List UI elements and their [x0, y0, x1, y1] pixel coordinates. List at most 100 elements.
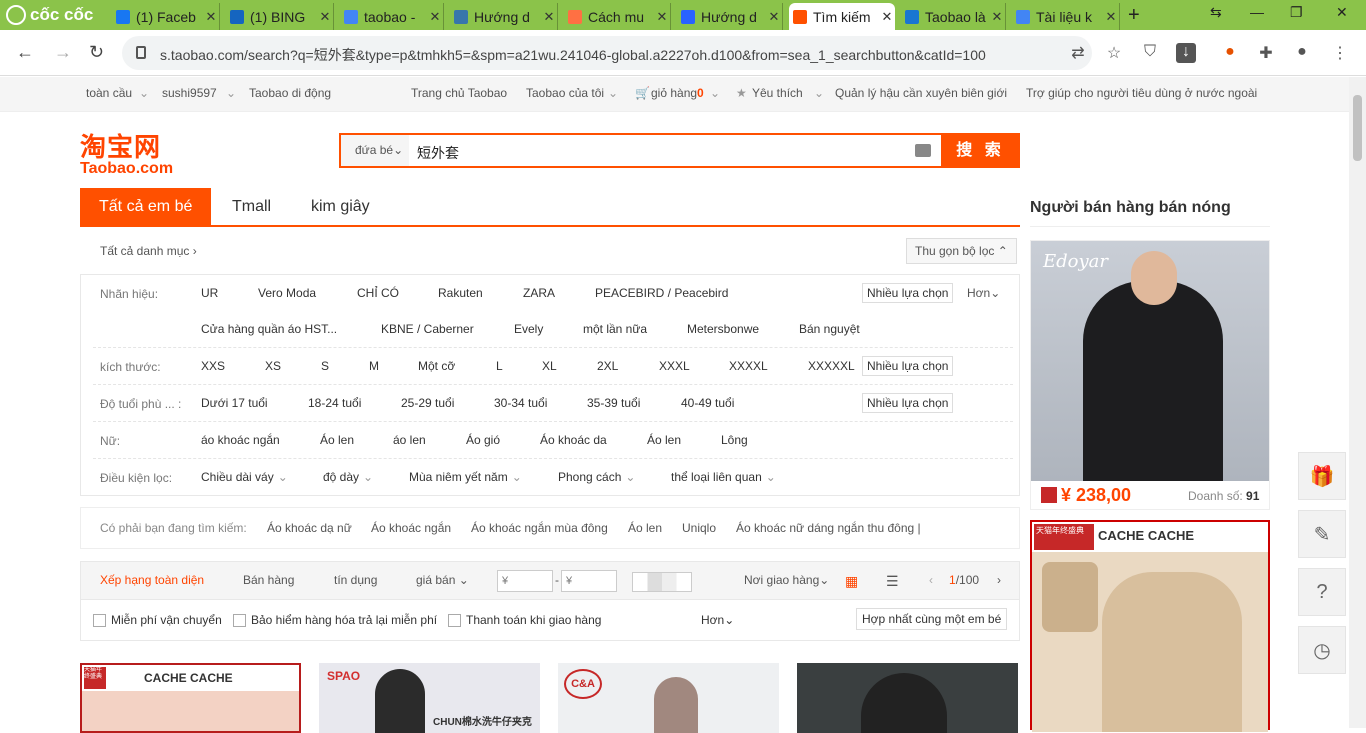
url-bar[interactable]: s.taobao.com/search?q=短外套&type=p&tmhkh5=…	[122, 36, 1092, 70]
username-link[interactable]: sushi9597	[162, 86, 217, 100]
age-option[interactable]: 35-39 tuổi	[587, 396, 640, 410]
brand-option[interactable]: CHỈ CÓ	[357, 286, 399, 300]
close-tab-icon[interactable]: ✕	[879, 9, 895, 25]
condition-dropdown[interactable]: Mùa niêm yết năm ⌄	[409, 470, 522, 484]
return-insurance-checkbox[interactable]: Bảo hiểm hàng hóa trả lại miễn phí	[233, 613, 437, 627]
forward-button[interactable]: →	[54, 42, 72, 63]
prev-page-icon[interactable]: ‹	[929, 573, 933, 587]
tab-all-items[interactable]: Tất cả em bé	[80, 188, 212, 225]
style-option[interactable]: áo len	[393, 433, 426, 447]
hot-item[interactable]: 天猫年终盛典 CACHE CACHE	[1030, 520, 1270, 732]
more-brands-button[interactable]: Hơn⌄	[967, 286, 1000, 300]
url-text[interactable]: s.taobao.com/search?q=短外套&type=p&tmhkh5=…	[160, 45, 986, 65]
size-option[interactable]: XXS	[201, 359, 225, 373]
size-option[interactable]: XS	[265, 359, 281, 373]
close-tab-icon[interactable]: ✕	[766, 9, 782, 25]
scrollbar-thumb[interactable]	[1353, 95, 1362, 161]
condition-dropdown[interactable]: Phong cách ⌄	[558, 470, 635, 484]
brand-option[interactable]: ZARA	[523, 286, 555, 300]
more-options-button[interactable]: Hơn ⌄	[701, 613, 734, 627]
suggestion-link[interactable]: Áo khoác ngắn	[371, 521, 451, 535]
translate-icon[interactable]: ⇄	[1068, 43, 1088, 63]
region-link[interactable]: toàn cầu	[86, 86, 132, 100]
browser-tab[interactable]: Hướng d ✕	[677, 3, 783, 30]
suggestion-link[interactable]: Áo khoác ngắn mùa đông	[471, 521, 608, 535]
style-option[interactable]: áo khoác ngắn	[201, 433, 280, 447]
search-input[interactable]: 短外套	[417, 143, 459, 163]
size-option[interactable]: L	[496, 359, 503, 373]
close-tab-icon[interactable]: ✕	[541, 9, 557, 25]
suggestion-link[interactable]: Áo len	[628, 521, 662, 535]
sort-sales[interactable]: Bán hàng	[243, 573, 294, 587]
free-shipping-checkbox[interactable]: Miễn phí vận chuyển	[93, 613, 222, 627]
browser-tab[interactable]: Taobao là ✕	[901, 3, 1006, 30]
brand-option[interactable]: Evely	[514, 322, 543, 336]
my-taobao-link[interactable]: Taobao của tôi	[526, 86, 604, 100]
reload-button[interactable]: ↻	[89, 42, 104, 63]
brand-option[interactable]: Rakuten	[438, 286, 483, 300]
extension-coccoc-icon[interactable]: ●	[1220, 43, 1240, 63]
age-option[interactable]: 25-29 tuổi	[401, 396, 454, 410]
help-icon[interactable]: ?	[1298, 568, 1346, 616]
sort-comprehensive[interactable]: Xếp hạng toàn diện	[100, 573, 204, 587]
size-option[interactable]: S	[321, 359, 329, 373]
bookmark-star-icon[interactable]: ☆	[1104, 43, 1124, 63]
hot-item[interactable]: Edoyar ¥ 238,00 Doanh số: 91	[1030, 240, 1270, 510]
checkbox-box[interactable]	[448, 613, 461, 627]
age-option[interactable]: 18-24 tuổi	[308, 396, 361, 410]
age-option[interactable]: 40-49 tuổi	[681, 396, 734, 410]
suggestion-link[interactable]: Áo khoác dạ nữ	[267, 521, 352, 535]
close-tab-icon[interactable]: ✕	[1103, 9, 1119, 25]
logistics-link[interactable]: Quản lý hậu cần xuyên biên giới	[835, 86, 1007, 100]
size-option[interactable]: M	[369, 359, 379, 373]
next-page-icon[interactable]: ›	[997, 573, 1001, 587]
mobile-link[interactable]: Taobao di động	[249, 86, 331, 100]
style-option[interactable]: Áo len	[647, 433, 681, 447]
age-option[interactable]: Dưới 17 tuổi	[201, 396, 268, 410]
multi-select-button[interactable]: Nhiều lựa chọn	[862, 283, 954, 303]
product-card[interactable]: 天猫年终盛典 CACHE CACHE	[80, 663, 301, 733]
menu-icon[interactable]: ⋮	[1330, 43, 1350, 63]
tab-tmall[interactable]: Tmall	[232, 188, 271, 225]
browser-tab[interactable]: (1) BING ✕	[226, 3, 334, 30]
close-tab-icon[interactable]: ✕	[427, 9, 443, 25]
sort-credit[interactable]: tín dụng	[334, 573, 377, 587]
checkbox-box[interactable]	[93, 613, 106, 627]
condition-dropdown[interactable]: Chiều dài váy ⌄	[201, 470, 288, 484]
size-option[interactable]: XXXXXL	[808, 359, 855, 373]
brand-option[interactable]: UR	[201, 286, 218, 300]
shield-icon[interactable]: ⛉	[1140, 43, 1160, 63]
size-option[interactable]: XXXL	[659, 359, 690, 373]
age-option[interactable]: 30-34 tuổi	[494, 396, 547, 410]
brand-option[interactable]: PEACEBIRD / Peacebird	[595, 286, 728, 300]
style-option[interactable]: Áo gió	[466, 433, 500, 447]
browser-tab[interactable]: taobao - ✕	[340, 3, 444, 30]
brand-option[interactable]: Bán nguyệt	[799, 322, 860, 336]
close-tab-icon[interactable]: ✕	[654, 9, 670, 25]
profile-avatar-icon[interactable]: ●	[1292, 43, 1312, 63]
suggestion-link[interactable]: Uniqlo	[682, 521, 716, 535]
merge-same-item-button[interactable]: Hợp nhất cùng một em bé	[856, 608, 1008, 630]
price-from-input[interactable]: ¥	[497, 570, 553, 592]
size-option[interactable]: 2XL	[597, 359, 618, 373]
product-card[interactable]: SPAO CHUN棉水洗牛仔夹克	[319, 663, 540, 733]
brand-option[interactable]: Metersbonwe	[687, 322, 759, 336]
checkbox-box[interactable]	[233, 613, 246, 627]
history-icon[interactable]: ◷	[1298, 626, 1346, 674]
cod-checkbox[interactable]: Thanh toán khi giao hàng	[448, 613, 601, 627]
condition-dropdown[interactable]: độ dày ⌄	[323, 470, 373, 484]
maximize-button[interactable]: ❐	[1290, 4, 1303, 21]
coccoc-brand[interactable]: cốc cốc	[6, 4, 93, 26]
ship-from-select[interactable]: Nơi giao hàng⌄	[744, 573, 829, 587]
condition-dropdown[interactable]: thể loại liên quan ⌄	[671, 470, 776, 484]
camera-icon[interactable]	[915, 144, 931, 157]
style-option[interactable]: Lông	[721, 433, 748, 447]
favorites-link[interactable]: Yêu thích	[752, 86, 803, 100]
price-to-input[interactable]: ¥	[561, 570, 617, 592]
grid-view-icon[interactable]: ▦	[845, 573, 858, 590]
back-button[interactable]: ←	[16, 42, 34, 63]
product-card[interactable]	[797, 663, 1018, 733]
product-card[interactable]: C&A	[558, 663, 779, 733]
new-tab-button[interactable]: +	[1128, 4, 1140, 27]
brand-option[interactable]: Cửa hàng quần áo HST...	[201, 322, 337, 336]
